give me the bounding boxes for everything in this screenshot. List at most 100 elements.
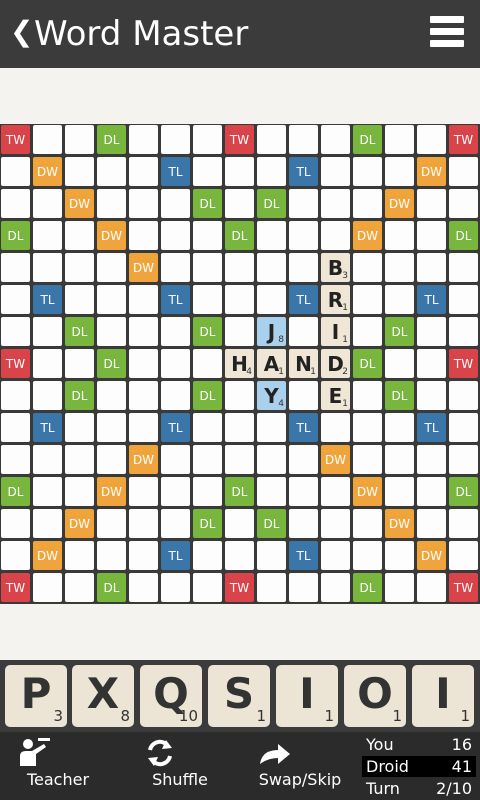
rack-tile[interactable]: O1 — [344, 665, 406, 727]
board-square[interactable] — [193, 157, 222, 186]
board-square[interactable] — [33, 125, 62, 154]
board-square[interactable] — [33, 477, 62, 506]
board-square[interactable] — [161, 381, 190, 410]
board-square[interactable] — [129, 349, 158, 378]
board-square[interactable] — [97, 445, 126, 474]
board-square[interactable] — [321, 157, 350, 186]
board-square[interactable] — [225, 445, 254, 474]
premium-square-tw[interactable]: TW — [449, 573, 478, 602]
premium-square-dl[interactable]: DL — [193, 509, 222, 538]
board-square[interactable] — [97, 157, 126, 186]
board-square[interactable] — [97, 189, 126, 218]
board-square[interactable] — [417, 349, 446, 378]
board-square[interactable] — [385, 253, 414, 282]
board-square[interactable] — [257, 541, 286, 570]
board-square[interactable] — [353, 157, 382, 186]
back-icon[interactable]: ❮ — [10, 14, 33, 50]
board-square[interactable] — [225, 509, 254, 538]
board-tile[interactable]: H4 — [225, 349, 254, 378]
board-square[interactable] — [161, 317, 190, 346]
board-square[interactable] — [289, 477, 318, 506]
board-square[interactable] — [385, 349, 414, 378]
premium-square-tl[interactable]: TL — [289, 157, 318, 186]
premium-square-tl[interactable]: TL — [33, 413, 62, 442]
board-tile[interactable]: E1 — [321, 381, 350, 410]
board-square[interactable] — [33, 381, 62, 410]
board-square[interactable] — [353, 509, 382, 538]
board-square[interactable] — [353, 541, 382, 570]
board-square[interactable] — [257, 573, 286, 602]
board-square[interactable] — [257, 413, 286, 442]
board-square[interactable] — [161, 477, 190, 506]
board-square[interactable] — [321, 221, 350, 250]
board-square[interactable] — [417, 125, 446, 154]
board-square[interactable] — [193, 413, 222, 442]
board-square[interactable] — [353, 445, 382, 474]
board-square[interactable] — [97, 253, 126, 282]
board-square[interactable] — [1, 157, 30, 186]
board-square[interactable] — [33, 317, 62, 346]
board-square[interactable] — [97, 541, 126, 570]
premium-square-tw[interactable]: TW — [1, 125, 30, 154]
board-square[interactable] — [129, 285, 158, 314]
board-square[interactable] — [289, 253, 318, 282]
premium-square-tl[interactable]: TL — [33, 285, 62, 314]
premium-square-dl[interactable]: DL — [193, 317, 222, 346]
board-square[interactable] — [449, 317, 478, 346]
rack-tile[interactable]: Q 10 — [140, 665, 202, 727]
board-tile[interactable]: A1 — [257, 349, 286, 378]
board-square[interactable] — [65, 349, 94, 378]
rack-tile[interactable]: S1 — [208, 665, 270, 727]
board-square[interactable] — [449, 445, 478, 474]
board-tile[interactable]: R1 — [321, 285, 350, 314]
premium-square-dw[interactable]: DW — [97, 221, 126, 250]
board-square[interactable] — [257, 125, 286, 154]
board-square[interactable] — [257, 157, 286, 186]
board-square[interactable] — [65, 477, 94, 506]
board-square[interactable] — [321, 509, 350, 538]
premium-square-dw[interactable]: DW — [321, 445, 350, 474]
premium-square-tw[interactable]: TW — [1, 349, 30, 378]
premium-square-dl[interactable]: DL — [353, 125, 382, 154]
board-square[interactable] — [385, 477, 414, 506]
board-square[interactable] — [65, 413, 94, 442]
premium-square-dw[interactable]: DW — [129, 445, 158, 474]
game-board[interactable]: TW DL TW DL TW DW TL TL DW DW DL DL DW DL DW DL DW DL DW B 3… — [0, 124, 480, 604]
board-square[interactable] — [65, 125, 94, 154]
board-square[interactable] — [449, 509, 478, 538]
premium-square-dw[interactable]: DW — [353, 221, 382, 250]
board-square[interactable] — [161, 573, 190, 602]
board-square[interactable] — [33, 509, 62, 538]
board-square[interactable] — [289, 445, 318, 474]
board-square[interactable] — [65, 157, 94, 186]
board-square[interactable] — [417, 317, 446, 346]
board-tile[interactable]: Y4 — [257, 381, 286, 410]
board-square[interactable] — [385, 573, 414, 602]
premium-square-tl[interactable]: TL — [289, 541, 318, 570]
rack-tile[interactable]: P3 — [5, 665, 67, 727]
board-square[interactable] — [161, 253, 190, 282]
board-square[interactable] — [353, 189, 382, 218]
board-square[interactable] — [193, 445, 222, 474]
board-square[interactable] — [417, 445, 446, 474]
board-square[interactable] — [417, 221, 446, 250]
board-square[interactable] — [321, 125, 350, 154]
board-square[interactable] — [225, 189, 254, 218]
board-square[interactable] — [417, 253, 446, 282]
premium-square-dl[interactable]: DL — [65, 317, 94, 346]
board-tile[interactable]: B3 — [321, 253, 350, 282]
board-square[interactable] — [65, 573, 94, 602]
board-square[interactable] — [97, 413, 126, 442]
board-square[interactable] — [193, 285, 222, 314]
board-square[interactable] — [161, 221, 190, 250]
board-square[interactable] — [321, 573, 350, 602]
board-square[interactable] — [257, 477, 286, 506]
board-square[interactable] — [193, 349, 222, 378]
rack-tile[interactable]: I1 — [412, 665, 474, 727]
board-square[interactable] — [65, 221, 94, 250]
premium-square-dw[interactable]: DW — [33, 541, 62, 570]
board-square[interactable] — [353, 381, 382, 410]
premium-square-dl[interactable]: DL — [449, 221, 478, 250]
board-square[interactable] — [225, 541, 254, 570]
premium-square-dl[interactable]: DL — [97, 125, 126, 154]
